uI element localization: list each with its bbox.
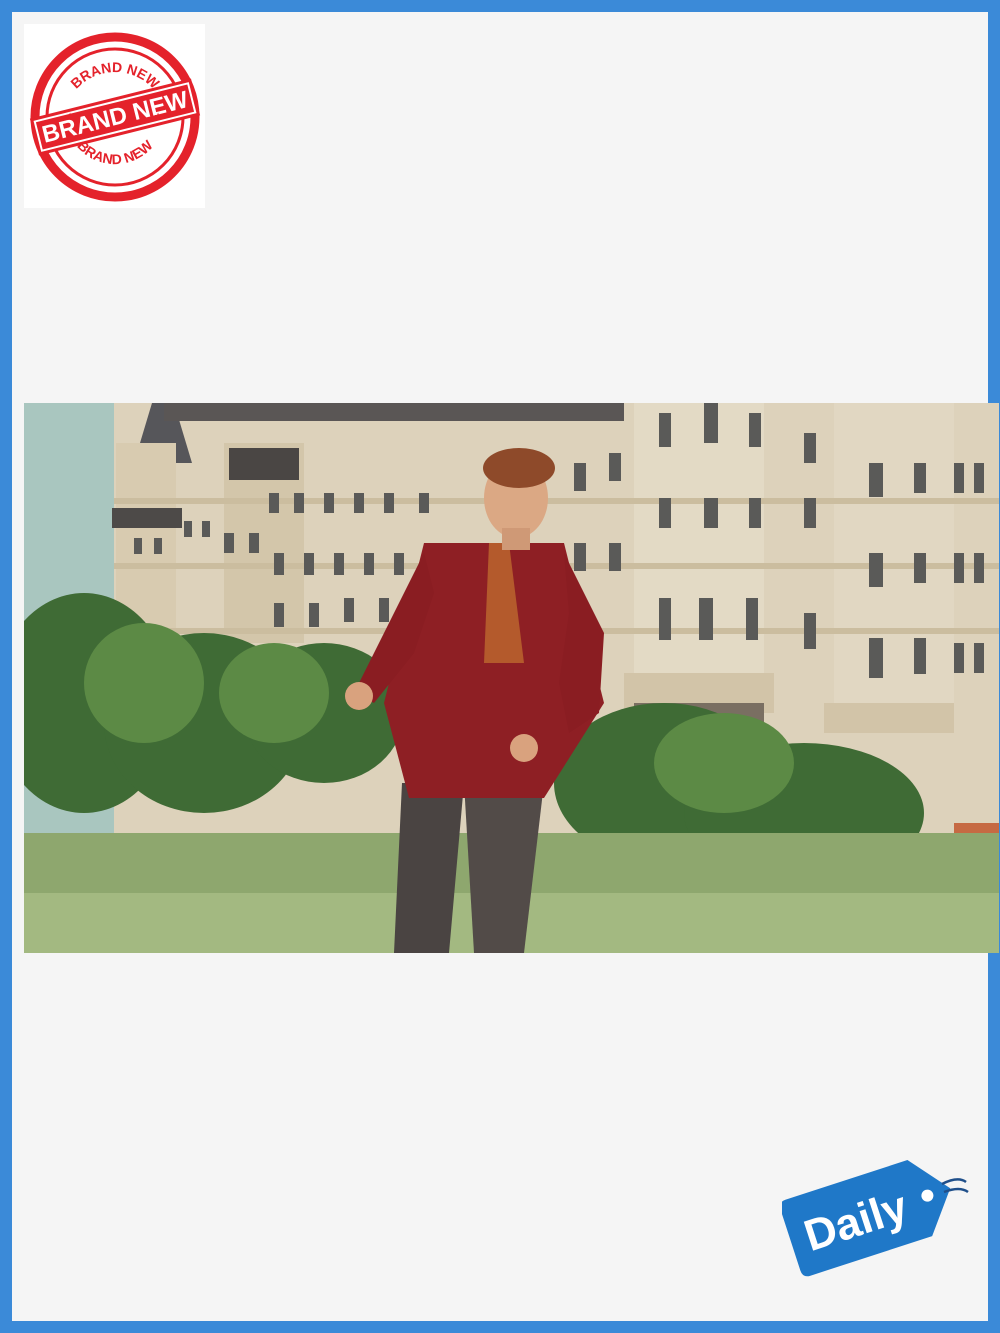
- product-photo: [24, 403, 999, 953]
- brand-new-stamp: BRAND NEW BRAND NEW BRAND NEW ★ ★: [24, 24, 205, 208]
- star-icon: ★: [66, 111, 74, 121]
- star-icon: ★: [154, 111, 162, 121]
- page-frame: BRAND NEW BRAND NEW BRAND NEW ★ ★ Daily: [0, 0, 1000, 1333]
- stamp-icon: BRAND NEW BRAND NEW BRAND NEW ★ ★: [29, 32, 201, 202]
- stamp-top-text: BRAND NEW: [67, 59, 163, 92]
- price-tag-icon: Daily: [779, 1160, 969, 1277]
- stamp-banner-text: BRAND NEW: [39, 86, 191, 148]
- photo-person-walking-red-cardigan: [24, 403, 999, 953]
- daily-price-tag: Daily: [779, 1132, 972, 1292]
